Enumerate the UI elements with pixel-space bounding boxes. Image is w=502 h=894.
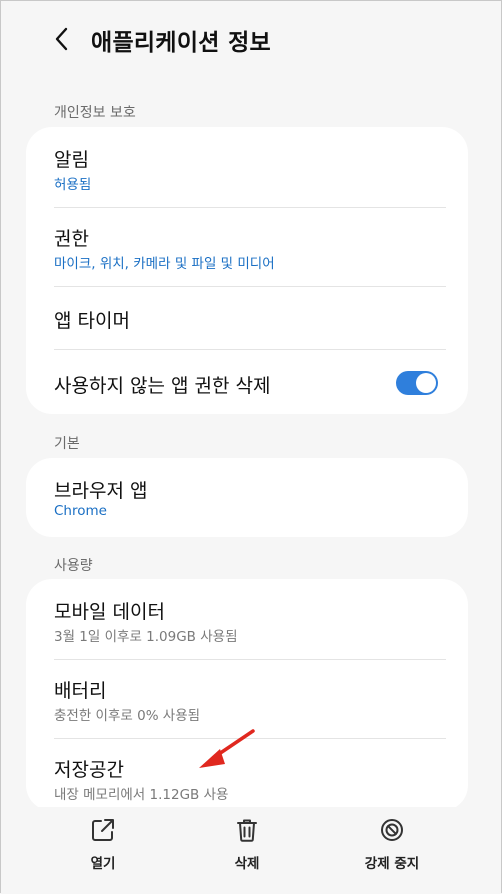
section-label-usage: 사용량	[54, 558, 93, 574]
uninstall-label: 삭제	[234, 856, 260, 872]
app-timer-item[interactable]: 앱 타이머	[26, 286, 468, 349]
open-external-icon	[92, 819, 114, 841]
browser-app-value: Chrome	[54, 503, 107, 519]
permissions-list: 마이크, 위치, 카메라 및 파일 및 미디어	[54, 256, 275, 272]
section-label-privacy: 개인정보 보호	[54, 105, 136, 121]
battery-usage: 충전한 이후로 0% 사용됨	[54, 708, 201, 724]
permissions-item[interactable]: 권한 마이크, 위치, 카메라 및 파일 및 미디어	[26, 207, 468, 286]
notifications-title: 알림	[54, 149, 89, 171]
basic-card: 브라우저 앱 Chrome	[26, 458, 468, 537]
open-button[interactable]: 열기	[48, 817, 158, 877]
browser-app-item[interactable]: 브라우저 앱 Chrome	[26, 458, 468, 537]
remove-unused-permissions-toggle[interactable]	[396, 371, 438, 395]
storage-title: 저장공간	[54, 759, 124, 781]
trash-icon	[237, 819, 257, 842]
notifications-status: 허용됨	[54, 177, 92, 193]
remove-unused-permissions-title: 사용하지 않는 앱 권한 삭제	[54, 375, 271, 397]
remove-unused-permissions-item[interactable]: 사용하지 않는 앱 권한 삭제	[26, 349, 468, 414]
mobile-data-title: 모바일 데이터	[54, 601, 165, 623]
mobile-data-usage: 3월 1일 이후로 1.09GB 사용됨	[54, 629, 238, 645]
privacy-card: 알림 허용됨 권한 마이크, 위치, 카메라 및 파일 및 미디어 앱 타이머 …	[26, 127, 468, 414]
section-label-basic: 기본	[54, 436, 80, 452]
back-button[interactable]	[49, 23, 77, 55]
browser-app-title: 브라우저 앱	[54, 480, 148, 502]
force-stop-label: 강제 중지	[364, 856, 420, 872]
page-title: 애플리케이션 정보	[91, 30, 271, 56]
usage-card: 모바일 데이터 3월 1일 이후로 1.09GB 사용됨 배터리 충전한 이후로…	[26, 579, 468, 811]
battery-item[interactable]: 배터리 충전한 이후로 0% 사용됨	[26, 659, 468, 738]
storage-item[interactable]: 저장공간 내장 메모리에서 1.12GB 사용	[26, 738, 468, 811]
open-label: 열기	[90, 856, 116, 872]
block-icon	[381, 819, 403, 841]
mobile-data-item[interactable]: 모바일 데이터 3월 1일 이후로 1.09GB 사용됨	[26, 579, 468, 659]
app-bar: 애플리케이션 정보	[1, 1, 501, 79]
chevron-left-icon	[55, 27, 68, 51]
notifications-item[interactable]: 알림 허용됨	[26, 127, 468, 207]
force-stop-button[interactable]: 강제 중지	[337, 817, 447, 877]
toggle-knob	[416, 373, 436, 393]
app-timer-title: 앱 타이머	[54, 310, 130, 332]
uninstall-button[interactable]: 삭제	[192, 817, 302, 877]
bottom-action-bar: 열기 삭제 강제 중지	[1, 807, 501, 894]
battery-title: 배터리	[54, 680, 107, 702]
permissions-title: 권한	[54, 228, 89, 250]
storage-usage: 내장 메모리에서 1.12GB 사용	[54, 787, 229, 803]
